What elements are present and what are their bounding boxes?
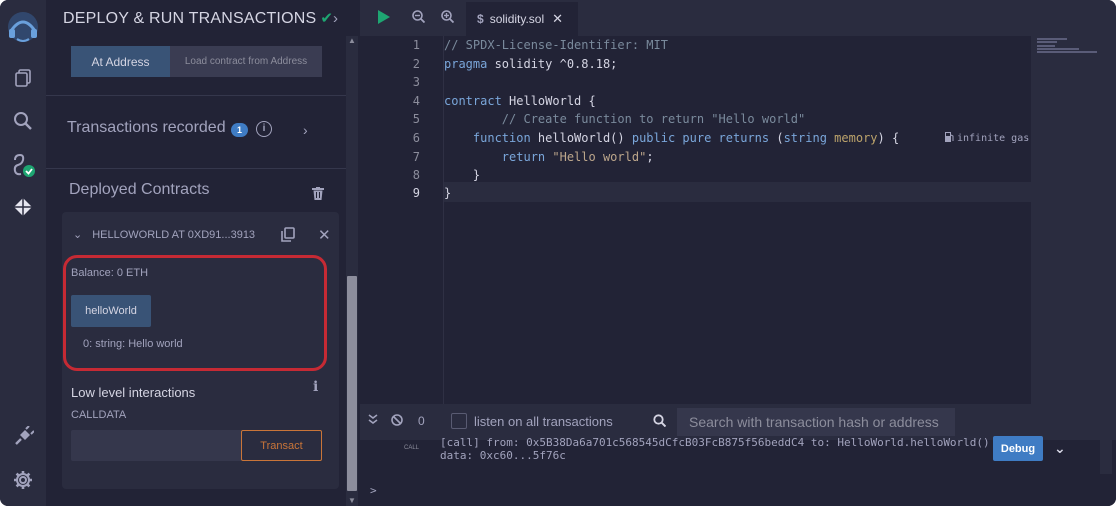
low-level-interactions-title: Low level interactions: [71, 385, 196, 400]
pending-tx-count: 0: [418, 414, 425, 428]
settings-gear-icon[interactable]: [8, 465, 38, 495]
divider: [46, 95, 346, 96]
remix-ide-window: DEPLOY & RUN TRANSACTIONS ✔ › At Address …: [0, 0, 1116, 506]
minimap-line: [1037, 45, 1055, 47]
clear-console-icon[interactable]: [391, 414, 403, 429]
chevron-down-icon[interactable]: ⌄: [1054, 440, 1066, 457]
gas-pump-icon: [945, 132, 954, 142]
scroll-up-icon[interactable]: ▲: [346, 36, 358, 46]
check-icon: ✔: [320, 10, 334, 27]
transactions-count-badge: 1: [231, 123, 248, 137]
terminal-log-line: data: 0xc60...5f76c: [440, 449, 566, 462]
trash-icon[interactable]: [312, 187, 324, 205]
line-number: 5: [412, 112, 420, 126]
tab-solidity-sol[interactable]: $ solidity.sol ✕: [466, 2, 578, 36]
panel-title: DEPLOY & RUN TRANSACTIONS ✔ ›: [63, 9, 338, 28]
line-number: 4: [412, 94, 420, 108]
tab-label: solidity.sol: [489, 12, 545, 26]
calldata-label: CALLDATA: [71, 409, 127, 421]
load-contract-address-input[interactable]: Load contract from Address: [170, 46, 322, 77]
solidity-file-icon: $: [477, 12, 484, 26]
zoom-out-icon[interactable]: [412, 10, 426, 26]
line-number: 6: [412, 131, 420, 145]
line-number: 2: [412, 57, 420, 71]
deployed-contract-card: ⌄ HELLOWORLD AT 0XD91...3913 ✕ Balance: …: [62, 212, 339, 489]
collapse-terminal-icon[interactable]: [368, 413, 378, 428]
code-line: }: [444, 168, 481, 182]
contract-header[interactable]: ⌄ HELLOWORLD AT 0XD91...3913: [73, 228, 256, 242]
divider: [46, 168, 346, 169]
transaction-search-input[interactable]: [677, 408, 955, 436]
deploy-run-icon[interactable]: [8, 192, 38, 222]
current-line-highlight: [444, 182, 1032, 202]
info-icon[interactable]: i: [256, 121, 272, 137]
editor-tab-bar: $ solidity.sol ✕: [360, 0, 1116, 36]
code-line: return "Hello world";: [444, 150, 654, 164]
scroll-down-icon[interactable]: ▼: [346, 496, 358, 506]
chevron-right-icon[interactable]: ›: [333, 10, 338, 27]
line-number: 8: [412, 168, 420, 182]
listen-all-label: listen on all transactions: [474, 414, 613, 429]
debug-button[interactable]: Debug: [993, 436, 1043, 461]
deployed-contracts-title: Deployed Contracts: [69, 181, 210, 198]
line-number: 1: [412, 38, 420, 52]
address-button-row: At Address Load contract from Address: [71, 46, 322, 77]
scrollbar-thumb[interactable]: [347, 276, 357, 491]
calldata-input[interactable]: [71, 430, 241, 461]
minimap-line: [1037, 41, 1057, 43]
close-icon[interactable]: ✕: [318, 226, 331, 244]
code-line: // Create function to return "Hello worl…: [444, 112, 806, 126]
hello-world-function-button[interactable]: helloWorld: [71, 295, 151, 327]
run-play-icon[interactable]: [378, 10, 390, 24]
zoom-in-icon[interactable]: [441, 10, 455, 26]
chevron-down-icon[interactable]: ⌄: [73, 228, 82, 241]
minimap-line: [1037, 48, 1079, 50]
close-tab-icon[interactable]: ✕: [552, 11, 563, 27]
line-number: 3: [412, 75, 420, 89]
line-number: 9: [412, 186, 420, 200]
gas-estimate: infinite gas: [945, 132, 1029, 144]
code-line: contract HelloWorld {: [444, 94, 596, 108]
icon-rail: [0, 0, 46, 506]
code-line: function helloWorld() public pure return…: [444, 131, 900, 145]
code-line: pragma solidity ^0.8.18;: [444, 57, 618, 71]
code-minimap[interactable]: [1031, 36, 1116, 404]
terminal-output[interactable]: CALL [call] from: 0x5B38Da6a701c568545dC…: [360, 436, 1116, 506]
search-icon: [653, 414, 667, 430]
code-line: // SPDX-License-Identifier: MIT: [444, 38, 668, 52]
deploy-run-panel: DEPLOY & RUN TRANSACTIONS ✔ › At Address …: [46, 0, 360, 506]
search-icon[interactable]: [8, 106, 38, 136]
file-explorer-icon[interactable]: [8, 63, 38, 93]
code-editor[interactable]: 1 2 3 4 5 6 7 8 9 // SPDX-License-Identi…: [360, 36, 1116, 404]
solidity-compiler-icon[interactable]: [8, 150, 38, 180]
listen-all-checkbox[interactable]: [451, 413, 467, 429]
gas-hint-text: infinite gas: [957, 133, 1030, 144]
code-area[interactable]: // SPDX-License-Identifier: MIT pragma s…: [443, 36, 1032, 404]
info-icon[interactable]: i: [313, 379, 318, 395]
terminal-prompt[interactable]: >: [370, 484, 377, 497]
terminal-log-line: [call] from: 0x5B38Da6a701c568545dCfcB03…: [440, 436, 990, 449]
code-line: }: [444, 186, 452, 200]
line-number-gutter: 1 2 3 4 5 6 7 8 9: [360, 36, 442, 404]
minimap-line: [1037, 38, 1067, 40]
remix-logo-icon[interactable]: [4, 8, 42, 46]
terminal-scrollbar[interactable]: [1100, 438, 1112, 474]
balance-label: Balance: 0 ETH: [71, 267, 149, 279]
transactions-recorded-label[interactable]: Transactions recorded: [67, 119, 226, 137]
terminal-toolbar: 0 listen on all transactions: [360, 404, 1116, 440]
at-address-button[interactable]: At Address: [71, 46, 170, 77]
call-tag: CALL: [404, 445, 420, 451]
panel-title-text: DEPLOY & RUN TRANSACTIONS: [63, 10, 317, 27]
line-number: 7: [412, 150, 420, 164]
panel-scrollbar[interactable]: ▲ ▼: [346, 36, 358, 506]
minimap-line: [1037, 51, 1097, 53]
contract-name: HELLOWORLD AT 0XD91...3913: [92, 228, 256, 241]
function-result: 0: string: Hello world: [83, 338, 183, 350]
plugin-manager-icon[interactable]: [8, 422, 38, 452]
transact-button[interactable]: Transact: [241, 430, 322, 461]
copy-icon[interactable]: [281, 227, 295, 247]
chevron-right-icon[interactable]: ›: [303, 122, 308, 138]
